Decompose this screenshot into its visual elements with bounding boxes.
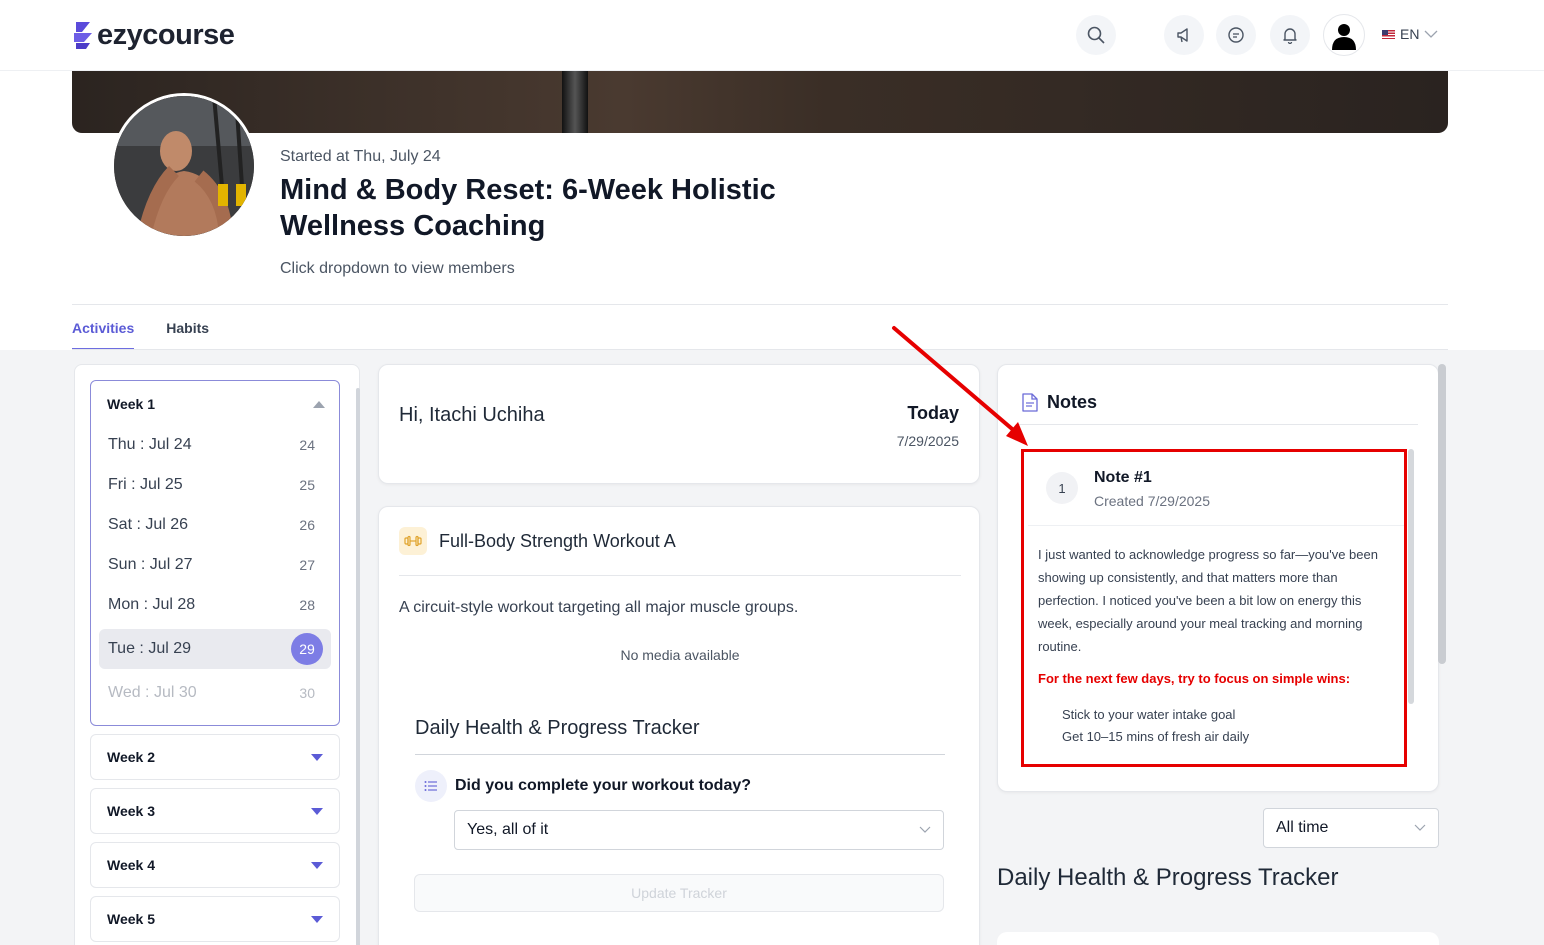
chat-icon bbox=[1228, 27, 1244, 43]
week-label: Week 4 bbox=[107, 857, 155, 873]
selected-answer: Yes, all of it bbox=[467, 821, 549, 838]
week-2-collapsed[interactable]: Week 2 bbox=[90, 734, 340, 780]
week-label: Week 5 bbox=[107, 911, 155, 927]
week-3-collapsed[interactable]: Week 3 bbox=[90, 788, 340, 834]
day-label: Sun : Jul 27 bbox=[108, 556, 193, 573]
note-item-highlighted: 1 Note #1 Created 7/29/2025 I just wante… bbox=[1021, 449, 1407, 767]
day-number: 27 bbox=[299, 557, 315, 573]
chevron-down-icon bbox=[1424, 30, 1438, 38]
time-filter-select[interactable]: All time bbox=[1263, 808, 1439, 848]
day-fri-jul-25[interactable]: Fri : Jul 25 25 bbox=[99, 465, 331, 505]
day-number: 30 bbox=[299, 685, 315, 701]
divider bbox=[415, 754, 945, 755]
language-selector[interactable]: EN bbox=[1382, 26, 1438, 42]
day-thu-jul-24[interactable]: Thu : Jul 24 24 bbox=[99, 425, 331, 465]
logo-text: ezycourse bbox=[97, 18, 235, 51]
expand-caret-icon bbox=[311, 807, 323, 815]
week-4-collapsed[interactable]: Week 4 bbox=[90, 842, 340, 888]
notes-heading: Notes bbox=[1047, 392, 1098, 412]
no-media-text: No media available bbox=[620, 647, 740, 663]
course-banner-image bbox=[72, 71, 1448, 133]
tab-bar: Activities Habits bbox=[72, 320, 209, 350]
expand-caret-icon bbox=[311, 915, 323, 923]
search-button[interactable] bbox=[1076, 15, 1116, 55]
logo[interactable]: ezycourse bbox=[72, 18, 235, 52]
tab-activities[interactable]: Activities bbox=[72, 320, 135, 350]
tracker-question: Did you complete your workout today? bbox=[455, 777, 752, 794]
tracker-history-title: Daily Health & Progress Tracker bbox=[997, 864, 1339, 891]
announcements-button[interactable] bbox=[1164, 15, 1204, 55]
note-list-item: Get 10–15 mins of fresh air daily bbox=[1062, 729, 1250, 744]
day-tue-jul-29-selected[interactable]: Tue : Jul 29 29 bbox=[99, 629, 331, 669]
divider bbox=[1028, 525, 1404, 526]
day-wed-jul-30-disabled: Wed : Jul 30 30 bbox=[99, 673, 331, 713]
user-avatar-button[interactable] bbox=[1323, 14, 1365, 56]
day-mon-jul-28[interactable]: Mon : Jul 28 28 bbox=[99, 585, 331, 625]
workout-answer-select[interactable]: Yes, all of it bbox=[454, 810, 944, 850]
divider bbox=[399, 575, 961, 576]
course-title-line2: Wellness Coaching bbox=[280, 210, 546, 242]
week-label: Week 3 bbox=[107, 803, 155, 819]
tab-habits[interactable]: Habits bbox=[166, 320, 209, 350]
ezycourse-logo-icon bbox=[74, 22, 92, 49]
note-scrollbar[interactable] bbox=[1408, 449, 1414, 704]
day-label: Fri : Jul 25 bbox=[108, 476, 183, 493]
note-list-item: Stick to your water intake goal bbox=[1062, 707, 1236, 722]
day-number: 28 bbox=[299, 597, 315, 613]
week-1-expanded: Week 1 Thu : Jul 24 24 Fri : Jul 25 25 Sat… bbox=[90, 380, 340, 726]
tracker-history-card bbox=[997, 932, 1439, 945]
notifications-button[interactable] bbox=[1270, 15, 1310, 55]
week-1-header[interactable]: Week 1 bbox=[107, 396, 325, 412]
greeting-text: Hi, Itachi Uchiha bbox=[399, 404, 545, 426]
update-tracker-button[interactable]: Update Tracker bbox=[414, 874, 944, 912]
language-label: EN bbox=[1400, 26, 1420, 42]
day-label: Wed : Jul 30 bbox=[108, 684, 197, 701]
notes-scrollbar[interactable] bbox=[1438, 364, 1446, 664]
divider bbox=[1018, 424, 1418, 425]
week-label: Week 2 bbox=[107, 749, 155, 765]
day-number: 25 bbox=[299, 477, 315, 493]
time-filter-value: All time bbox=[1276, 819, 1329, 836]
workout-title: Full-Body Strength Workout A bbox=[439, 531, 676, 551]
divider bbox=[72, 304, 1448, 305]
user-avatar-icon bbox=[1332, 24, 1356, 50]
note-highlight-text: For the next few days, try to focus on s… bbox=[1038, 671, 1351, 686]
course-title: Mind & Body Reset: 6-Week Holistic Welln… bbox=[280, 172, 840, 244]
us-flag-icon bbox=[1382, 29, 1395, 39]
day-label: Mon : Jul 28 bbox=[108, 596, 196, 613]
expand-caret-icon bbox=[311, 861, 323, 869]
megaphone-icon bbox=[1177, 28, 1188, 43]
week-5-collapsed[interactable]: Week 5 bbox=[90, 896, 340, 942]
search-icon bbox=[1087, 26, 1105, 44]
members-dropdown-hint[interactable]: Click dropdown to view members bbox=[280, 260, 515, 278]
dumbbell-icon bbox=[399, 527, 427, 555]
day-sun-jul-27[interactable]: Sun : Jul 27 27 bbox=[99, 545, 331, 585]
note-body: I just wanted to acknowledge progress so… bbox=[1038, 547, 1378, 654]
course-cover-image bbox=[111, 93, 257, 239]
week-1-label: Week 1 bbox=[107, 396, 155, 412]
day-number: 24 bbox=[299, 437, 315, 453]
messages-button[interactable] bbox=[1216, 15, 1256, 55]
weeks-scrollbar[interactable] bbox=[356, 388, 360, 945]
day-label: Sat : Jul 26 bbox=[108, 516, 189, 533]
annotation-arrow bbox=[892, 326, 1028, 446]
workout-description: A circuit-style workout targeting all ma… bbox=[399, 599, 799, 616]
day-sat-jul-26[interactable]: Sat : Jul 26 26 bbox=[99, 505, 331, 545]
bell-icon bbox=[1283, 28, 1297, 44]
tracker-title: Daily Health & Progress Tracker bbox=[415, 717, 700, 739]
course-start-date: Started at Thu, July 24 bbox=[280, 148, 441, 165]
note-index-badge: 1 bbox=[1046, 472, 1078, 504]
note-created-date: Created 7/29/2025 bbox=[1094, 493, 1210, 509]
course-title-line1: Mind & Body Reset: 6-Week Holistic bbox=[280, 174, 776, 206]
day-number: 26 bbox=[299, 517, 315, 533]
chevron-down-icon bbox=[919, 826, 931, 833]
chevron-down-icon bbox=[1414, 824, 1426, 831]
day-number-badge: 29 bbox=[291, 633, 323, 665]
day-label: Thu : Jul 24 bbox=[108, 436, 192, 453]
expand-caret-icon bbox=[311, 753, 323, 761]
collapse-caret-icon bbox=[313, 400, 325, 408]
list-icon bbox=[415, 770, 447, 802]
note-title: Note #1 bbox=[1094, 469, 1152, 486]
day-label: Tue : Jul 29 bbox=[108, 640, 192, 657]
